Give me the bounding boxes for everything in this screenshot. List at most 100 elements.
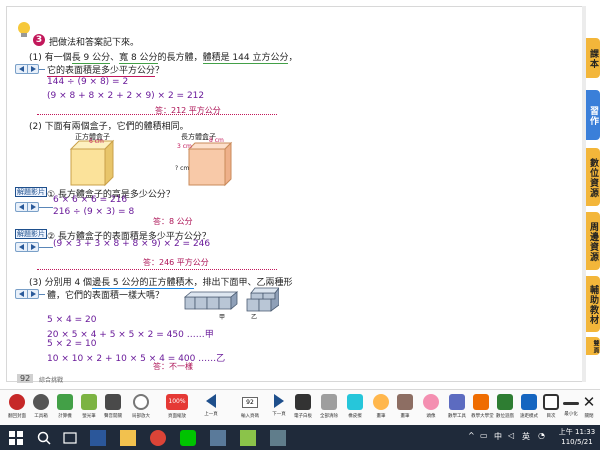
battery-icon: ▭ bbox=[480, 431, 488, 440]
tab-workbook[interactable]: 習作 bbox=[586, 90, 600, 140]
avatar-button[interactable]: 頭像 bbox=[420, 394, 442, 424]
remote-icon bbox=[521, 394, 537, 410]
nav-prev-button[interactable] bbox=[16, 65, 27, 73]
part3-answer: 答：不一樣 bbox=[153, 362, 193, 371]
cuboid-length-dim: 8 cm bbox=[209, 137, 224, 144]
cube-box-image bbox=[69, 139, 115, 187]
highlighter-icon bbox=[81, 394, 97, 410]
ime-mode-indicator[interactable]: 英 bbox=[522, 431, 530, 442]
solution-video-button-2[interactable]: 解題影片 bbox=[15, 229, 47, 239]
cuboid-width-dim: 3 cm bbox=[177, 143, 192, 150]
nav-next-button[interactable] bbox=[27, 290, 38, 298]
nav-next-button[interactable] bbox=[27, 65, 38, 73]
question-number-badge: 3 bbox=[33, 34, 45, 46]
part2-sub1-work1: 6 × 6 × 6 = 216 bbox=[53, 195, 128, 205]
volume-icon[interactable]: ◁ bbox=[508, 431, 514, 440]
ebook-app-icon[interactable] bbox=[210, 430, 226, 446]
nav-next-button[interactable] bbox=[27, 203, 38, 211]
windows-start-icon[interactable] bbox=[8, 430, 24, 446]
page-number: 92 bbox=[17, 374, 34, 383]
chrome-icon[interactable] bbox=[150, 430, 166, 446]
zoom-level: 100% bbox=[166, 394, 188, 410]
word-app-icon[interactable] bbox=[90, 430, 106, 446]
part1-volume-term: 體積是 144 立方公分 bbox=[202, 53, 289, 64]
shape-a-image bbox=[183, 291, 239, 310]
arrow-right-icon bbox=[31, 66, 36, 72]
math-tools-button[interactable]: 數學工具 bbox=[446, 394, 468, 424]
nav-prev-button[interactable] bbox=[16, 290, 27, 298]
clear-icon bbox=[321, 394, 337, 410]
tab-supplementary[interactable]: 輔助教材 bbox=[586, 276, 600, 332]
nav-prev-button[interactable] bbox=[16, 203, 27, 211]
minimize-icon bbox=[563, 402, 579, 405]
cube-dimension: 6 cm bbox=[89, 138, 104, 145]
teaching-icon bbox=[473, 394, 489, 410]
avatar-icon bbox=[423, 394, 439, 410]
system-clock[interactable]: 上午 11:33 110/5/21 bbox=[557, 427, 597, 447]
pen-button[interactable]: 畫筆 bbox=[370, 394, 392, 424]
teaching-button[interactable]: 教學大學堂 bbox=[470, 394, 494, 424]
game-icon bbox=[497, 394, 513, 410]
nav-connector bbox=[39, 247, 53, 248]
shape-b-image bbox=[246, 287, 279, 312]
palette-icon bbox=[373, 394, 389, 410]
close-button[interactable]: ✕ 關閉 bbox=[578, 394, 600, 424]
eraser-button[interactable]: 橡皮擦 bbox=[344, 394, 366, 424]
toolbox-button[interactable]: 工具箱 bbox=[30, 394, 52, 424]
nav-next-button[interactable] bbox=[27, 243, 38, 251]
magnifier-icon bbox=[133, 394, 149, 410]
calculator-button[interactable]: 計算機 bbox=[54, 394, 76, 424]
next-page-icon bbox=[274, 394, 284, 408]
ime-indicator[interactable]: 中 bbox=[494, 431, 502, 442]
remote-mode-button[interactable]: 遠距模式 bbox=[518, 394, 540, 424]
nav-prev-button[interactable] bbox=[16, 243, 27, 251]
page-zoom-button[interactable]: 100% 頁面縮放 bbox=[164, 394, 190, 424]
arrow-left-icon bbox=[19, 291, 24, 297]
part1-page-nav[interactable] bbox=[15, 64, 39, 74]
arrow-left-icon bbox=[19, 66, 24, 72]
brush-button[interactable]: 畫筆 bbox=[394, 394, 416, 424]
part2-sub2-work: (9 × 3 + 3 × 8 + 8 × 9) × 2 = 246 bbox=[53, 239, 211, 249]
question-instruction: 把做法和答案記下來。 bbox=[49, 38, 140, 48]
math-tools-icon bbox=[449, 394, 465, 410]
part3-question: 體，它們的表面積一樣大嗎？ bbox=[47, 291, 165, 301]
highlighter-button[interactable]: 螢光筆 bbox=[78, 394, 100, 424]
next-page-button[interactable]: 下一頁 bbox=[268, 394, 290, 424]
sub2-page-nav[interactable] bbox=[15, 242, 39, 252]
part2-prompt: (2) 下面有兩個盒子，它們的體積相同。 bbox=[29, 122, 189, 132]
part3-page-nav[interactable] bbox=[15, 289, 39, 299]
app-icon[interactable] bbox=[270, 430, 286, 446]
task-view-icon[interactable] bbox=[62, 430, 78, 446]
clear-all-button[interactable]: 全部清除 bbox=[318, 394, 340, 424]
line-app-icon[interactable] bbox=[180, 430, 196, 446]
divider bbox=[37, 114, 277, 115]
section-label: 綜合挑戰 bbox=[39, 377, 64, 384]
nav-connector bbox=[39, 294, 45, 295]
whiteboard-button[interactable]: 電子白板 bbox=[292, 394, 314, 424]
tray-chevron-icon[interactable]: ^ bbox=[468, 431, 475, 440]
part3-work3: 5 × 2 = 10 bbox=[47, 339, 97, 349]
contents-icon bbox=[543, 394, 559, 410]
shape-a-label: 甲 bbox=[219, 314, 226, 321]
prev-page-button[interactable]: 上一頁 bbox=[200, 394, 222, 424]
part1-text: (1) 有一個長 9 公分、寬 8 公分的長方體，體積是 144 立方公分， bbox=[29, 53, 298, 64]
tab-double-page[interactable]: 雙頁 bbox=[586, 337, 600, 355]
sub1-page-nav[interactable] bbox=[15, 202, 39, 212]
search-icon[interactable] bbox=[36, 430, 52, 446]
sound-toggle-button[interactable]: 聲音開關 bbox=[102, 394, 124, 424]
tab-textbook[interactable]: 課本 bbox=[586, 38, 600, 78]
file-explorer-icon[interactable] bbox=[120, 430, 136, 446]
zoom-area-button[interactable]: 局部放大 bbox=[130, 394, 152, 424]
arrow-right-icon bbox=[31, 244, 36, 250]
solution-video-button-1[interactable]: 解題影片 bbox=[15, 187, 47, 197]
page-number-input[interactable]: 92 bbox=[242, 397, 258, 408]
part1-work-line1: 144 ÷ (9 × 8) = 2 bbox=[47, 77, 129, 87]
tab-related-resources[interactable]: 周邊資源 bbox=[586, 212, 600, 270]
app-icon[interactable] bbox=[240, 430, 256, 446]
contents-button[interactable]: 目次 bbox=[540, 394, 562, 424]
tab-digital-resources[interactable]: 數位資源 bbox=[586, 148, 600, 206]
close-icon: ✕ bbox=[582, 393, 596, 411]
cover-button[interactable]: 翻回封面 bbox=[6, 394, 28, 424]
digital-game-button[interactable]: 數位遊戲 bbox=[494, 394, 516, 424]
wifi-icon[interactable]: ◔ bbox=[538, 431, 545, 440]
